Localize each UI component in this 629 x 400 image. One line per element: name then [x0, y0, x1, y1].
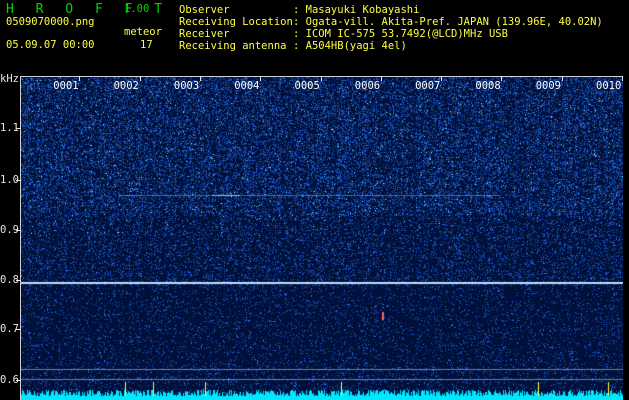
- receiver-label: Receiver: [179, 28, 230, 40]
- antenna-label: Receiving antenna: [179, 40, 287, 52]
- time-tick-mark: [622, 76, 623, 81]
- y-axis-line: [20, 76, 21, 400]
- date-time: 05.09.07 00:00: [6, 39, 95, 51]
- time-tick-mark: [79, 76, 81, 81]
- y-tick-mark: [16, 180, 21, 181]
- time-tick-mark: [501, 76, 503, 81]
- time-tick-mark: [441, 76, 443, 81]
- time-tick-mark: [561, 76, 563, 81]
- time-tick-label: 0005: [294, 80, 320, 92]
- y-tick-mark: [16, 128, 21, 129]
- time-tick-label: 0010: [596, 80, 622, 92]
- time-tick-label: 0007: [415, 80, 441, 92]
- time-tick-label: 0001: [53, 80, 79, 92]
- time-tick-mark: [320, 76, 322, 81]
- time-tick-mark: [380, 76, 382, 81]
- antenna-value: : A504HB(yagi 4el): [293, 40, 407, 52]
- top-axis-line: [20, 76, 623, 77]
- y-tick-mark: [16, 380, 21, 381]
- location-value: : Ogata-vill. Akita-Pref. JAPAN (139.96E…: [293, 16, 603, 28]
- y-tick-mark: [16, 280, 21, 281]
- file-name: 0509070000.png: [6, 16, 95, 28]
- time-tick-mark: [199, 76, 201, 81]
- app-version: 1.00: [124, 3, 150, 15]
- spectrogram-canvas: [20, 76, 623, 400]
- spectrogram: [20, 76, 623, 400]
- time-tick-label: 0009: [535, 80, 561, 92]
- time-tick-label: 0003: [173, 80, 200, 92]
- time-tick-mark: [139, 76, 141, 81]
- observer-label: Observer: [179, 4, 230, 16]
- mode-label: meteor: [124, 26, 162, 38]
- time-tick-mark: [260, 76, 262, 81]
- y-axis-unit: kHz: [0, 73, 19, 85]
- y-tick-mark: [16, 329, 21, 330]
- time-tick-label: 0002: [113, 80, 139, 92]
- observer-value: : Masayuki Kobayashi: [293, 4, 420, 16]
- meteor-count: 17: [140, 39, 153, 51]
- location-label: Receiving Location: [179, 16, 293, 28]
- y-tick-mark: [16, 230, 21, 231]
- time-tick-label: 0004: [234, 80, 260, 92]
- receiver-value: : ICOM IC-575 53.7492(@LCD)MHz USB: [293, 28, 508, 40]
- time-tick-label: 0006: [354, 80, 381, 92]
- time-tick-label: 0008: [475, 80, 501, 92]
